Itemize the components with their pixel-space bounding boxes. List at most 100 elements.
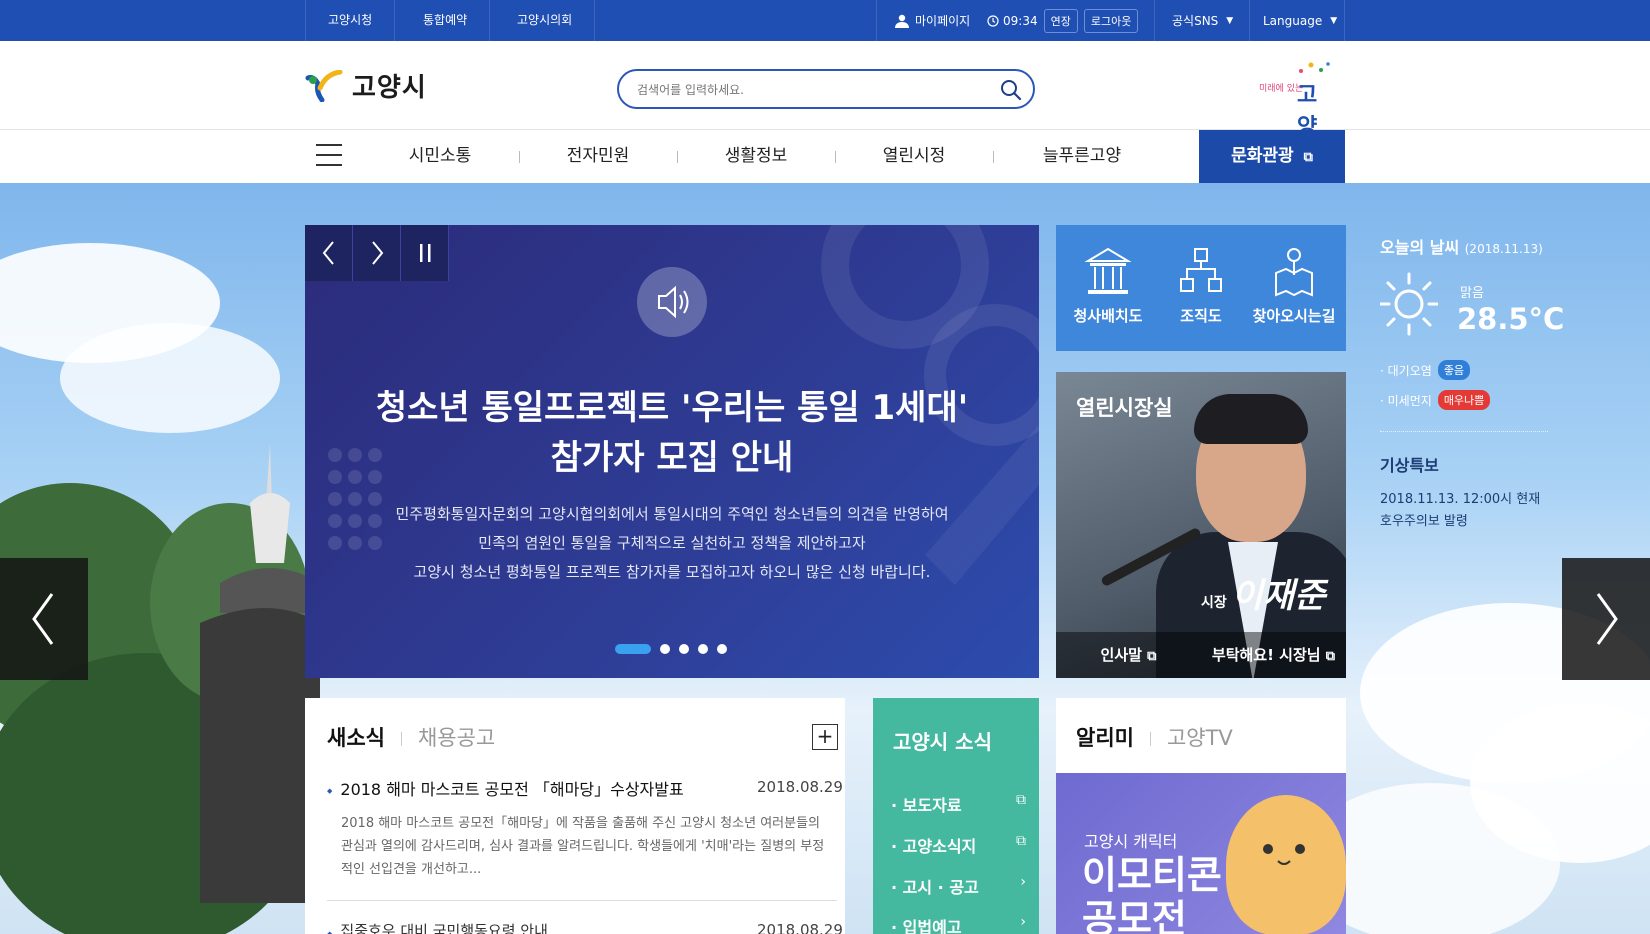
weather-condition: 맑음 [1460,286,1484,301]
newsletter-link[interactable]: · 고양소식지 ⧉ [891,833,1026,857]
mayor-role: 시장 [1201,595,1227,611]
banner-prev-button[interactable] [305,225,353,281]
new-window-icon: ⧉ [1016,833,1026,849]
news-item-2-title[interactable]: ◆ 집중호우 대비 국민행동요령 안내 [327,920,548,934]
almi-card-subtitle: 고양시 캐릭터 [1084,832,1178,851]
news-item-description[interactable]: 2018 해마 마스코트 공모전「해마당」에 작품을 출품해 주신 고양시 청소… [341,812,831,881]
sns-label: 공식SNS [1172,14,1219,28]
legislation-label: 입법예고 [902,918,962,934]
hamburger-menu-icon[interactable] [316,144,342,168]
nav-citizen-communication[interactable]: 시민소통 [390,130,490,183]
main-navigation: 시민소통 전자민원 생활정보 열린시정 늘푸른고양 문화관광 ⧉ [0,130,1650,183]
nav-life-info[interactable]: 생활정보 [706,130,806,183]
news-item-2-date: 2018.08.29 [757,921,843,934]
dust-status-badge: 매우나쁨 [1437,390,1491,410]
city-slogan-logo: 미래에 있는 고양 [1255,61,1335,140]
banner-title: 청소년 통일프로젝트 '우리는 통일 1세대' 참가자 모집 안내 [305,383,1039,483]
quick-directions[interactable]: 찾아오시는길 [1246,245,1342,326]
mayor-card-title: 열린시장실 [1076,396,1173,420]
site-header: 고양시 미래에 있는 고양 [0,41,1650,140]
banner-dot-2[interactable] [660,644,670,654]
nav-evergreen-goyang[interactable]: 늘푸른고양 [1022,130,1142,183]
air-status-badge: 좋음 [1437,360,1471,380]
nav-open-administration[interactable]: 열린시정 [864,130,964,183]
news-item-title[interactable]: 2018 해마 마스코트 공모전 「해마당」수상자발표 [327,776,817,800]
session-timer: 09:34 연장 로그아웃 [987,0,1139,41]
air-label-text: 대기오염 [1387,363,1432,378]
quick-menu: 청사배치도 조직도 찾아오시는길 [1056,225,1346,351]
notice-link[interactable]: · 고시 · 공고 › [891,874,1026,898]
notice-label: 고시 · 공고 [902,878,979,897]
goyang-news-title: 고양시 소식 [893,730,992,754]
weather-temperature: 28.5°C [1457,302,1565,336]
language-label: Language [1263,13,1323,28]
hero-prev-arrow[interactable] [0,558,88,680]
dust-label-text: 미세먼지 [1387,393,1432,408]
user-icon [895,14,909,28]
press-release-label: 보도자료 [902,796,962,815]
greeting-label: 인사말 [1100,646,1142,664]
almi-banner-card[interactable]: 고양시 캐릭터 이모티콘 공모전 [1056,773,1346,934]
new-window-icon: ⧉ [1147,649,1157,664]
request-label: 부탁해요! 시장님 [1211,646,1321,664]
news-item-2-text: 집중호우 대비 국민행동요령 안내 [340,922,548,934]
sun-icon [1380,272,1438,336]
link-goyang-city-hall[interactable]: 고양시청 [305,0,396,41]
mayor-request-link[interactable]: 부탁해요! 시장님 ⧉ [1201,632,1346,678]
quick-org-chart[interactable]: 조직도 [1153,245,1249,326]
fine-dust-row: · 미세먼지 매우나쁨 [1380,390,1491,410]
news-more-button[interactable]: + [812,724,838,750]
banner-dot-3[interactable] [679,644,689,654]
banner-next-button[interactable] [353,225,401,281]
tab-news[interactable]: 새소식 [327,726,385,750]
tab-goyang-tv[interactable]: 고양TV [1167,726,1233,750]
almi-panel: 알리미 고양TV 고양시 캐릭터 이모티콘 공모전 [1056,698,1346,934]
site-logo[interactable]: 고양시 [304,67,427,104]
newsletter-label: 고양소식지 [902,837,977,856]
chevron-right-icon: › [1020,874,1026,890]
language-dropdown[interactable]: Language ▼ [1263,0,1337,41]
new-window-icon: ⧉ [1016,792,1026,808]
mypage-link[interactable]: 마이페이지 [894,0,970,41]
main-banner-slider[interactable]: 청소년 통일프로젝트 '우리는 통일 1세대' 참가자 모집 안내 민주평화통일… [305,225,1039,678]
link-integrated-reservation[interactable]: 통합예약 [401,0,491,41]
top-utility-bar: 고양시청 통합예약 고양시의회 마이페이지 09:34 연장 로그아웃 공식SN… [0,0,1650,41]
news-panel: 새소식 채용공고 + 2018 해마 마스코트 공모전 「해마당」수상자발표 20… [305,698,845,934]
press-release-link[interactable]: · 보도자료 ⧉ [891,792,1026,816]
chevron-right-icon [1596,593,1618,645]
banner-dot-4[interactable] [698,644,708,654]
almi-card-title-line1: 이모티콘 [1082,853,1222,897]
air-pollution-row: · 대기오염 좋음 [1380,360,1471,380]
quick-building-map[interactable]: 청사배치도 [1060,245,1156,326]
logout-button[interactable]: 로그아웃 [1083,8,1139,33]
legislation-link[interactable]: · 입법예고 › [891,914,1026,934]
banner-dot-1[interactable] [615,644,651,654]
search-input[interactable] [637,80,977,100]
mayor-office-card[interactable]: 열린시장실 시장 이재준 인사말 ⧉ 부탁해요! 시장님 ⧉ [1056,372,1346,678]
goyang-news-panel: 고양시 소식 · 보도자료 ⧉ · 고양소식지 ⧉ · 고시 · 공고 › · 입법예… [873,698,1039,934]
chevron-down-icon: ▼ [1226,15,1234,26]
tab-almi[interactable]: 알리미 [1076,726,1134,750]
chevron-right-icon [372,241,384,265]
mypage-label: 마이페이지 [915,14,971,28]
search-icon[interactable] [999,78,1023,102]
culture-tourism-button[interactable]: 문화관광 ⧉ [1199,130,1345,183]
banner-pause-button[interactable] [401,225,449,281]
almi-tabs: 알리미 고양TV [1076,722,1233,752]
pagoda-illustration [200,443,320,903]
link-city-council[interactable]: 고양시의회 [495,0,596,41]
tab-recruitment[interactable]: 채용공고 [418,726,495,750]
mayor-name: 이재준 [1231,576,1326,616]
nav-e-civil-service[interactable]: 전자민원 [548,130,648,183]
sns-dropdown[interactable]: 공식SNS ▼ [1172,0,1233,41]
culture-label: 문화관광 [1231,146,1294,166]
hero-next-arrow[interactable] [1562,558,1650,680]
weather-title: 오늘의 날씨 (2018.11.13) [1380,234,1555,258]
banner-dot-5[interactable] [717,644,727,654]
weather-widget: 오늘의 날씨 (2018.11.13) 맑음 28.5°C · 대기오염 좋음 … [1380,234,1564,529]
mayor-greeting-link[interactable]: 인사말 ⧉ [1056,632,1201,678]
extend-session-button[interactable]: 연장 [1043,8,1078,33]
banner-desc-line1: 민주평화통일자문회의 고양시협의회에서 통일시대의 주역인 청소년들의 의견을 … [395,505,949,523]
banner-title-line2: 참가자 모집 안내 [550,438,794,478]
news-tabs: 새소식 채용공고 [327,722,495,752]
